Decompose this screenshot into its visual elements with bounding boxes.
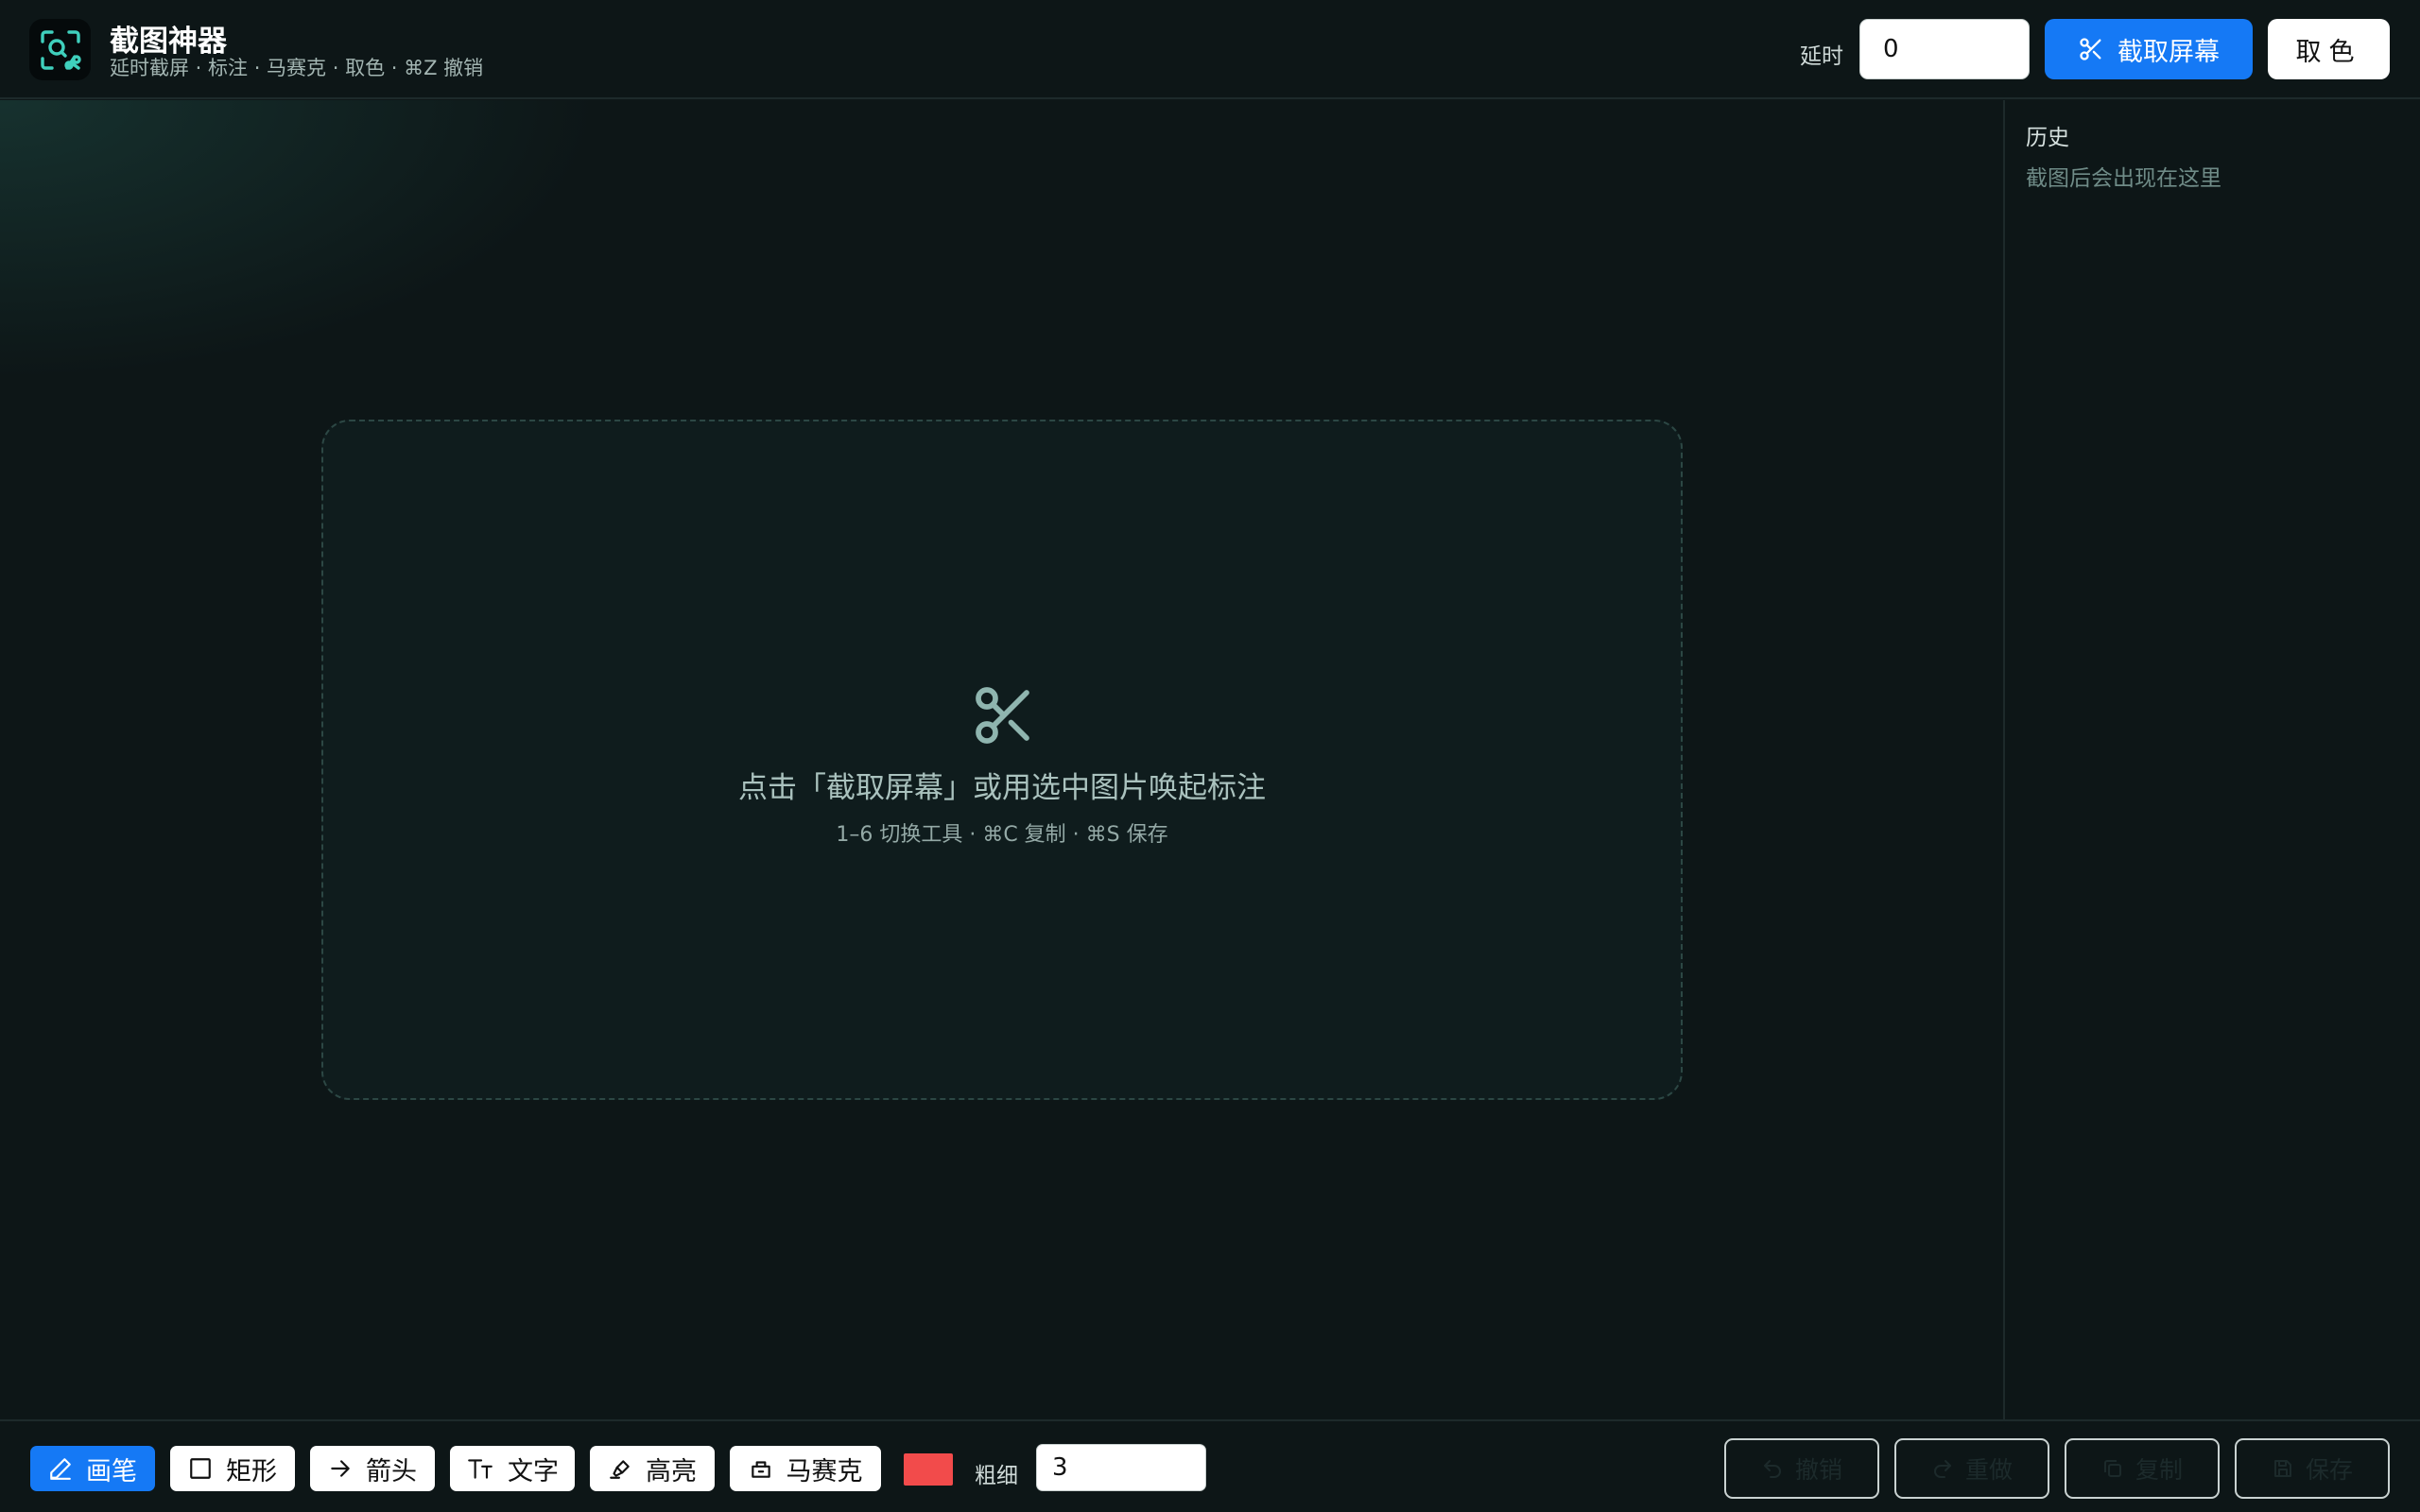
empty-dropzone[interactable]: 点击「截取屏幕」或用选中图片唤起标注 1–6 切换工具 · ⌘C 复制 · ⌘S… <box>321 420 1683 1100</box>
rectangle-icon <box>190 1458 211 1479</box>
undo-label: 撤销 <box>1794 1456 1842 1484</box>
tool-pen-button[interactable]: 画笔 <box>30 1446 155 1491</box>
copy-icon <box>2103 1460 2121 1477</box>
app-subtitle: 延时截屏 · 标注 · 马赛克 · 取色 · ⌘Z 撤销 <box>110 57 484 79</box>
tool-arrow-button[interactable]: 箭头 <box>310 1446 435 1491</box>
highlighter-icon <box>610 1460 630 1479</box>
bottom-toolbar: 画笔 矩形 箭头 文字 高亮 马赛克 粗细 3 撤销 重做 复制 保存 <box>0 1419 2420 1512</box>
arrow-icon <box>331 1460 350 1477</box>
shortcut-hint: 1–6 切换工具 · ⌘C 复制 · ⌘S 保存 <box>836 823 1168 847</box>
screenshot-logo-icon <box>40 29 81 70</box>
history-panel: 历史 截图后会出现在这里 <box>2003 100 2420 1419</box>
pick-color-button[interactable]: 取色 <box>2268 19 2390 79</box>
mosaic-icon <box>751 1461 770 1478</box>
delay-input[interactable] <box>1859 19 2030 79</box>
redo-button[interactable]: 重做 <box>1894 1438 2049 1499</box>
history-empty-text: 截图后会出现在这里 <box>2026 166 2221 191</box>
pen-icon <box>50 1458 71 1480</box>
copy-label: 复制 <box>2135 1456 2183 1484</box>
tool-rectangle-button[interactable]: 矩形 <box>170 1446 295 1491</box>
history-title: 历史 <box>2026 126 2069 150</box>
thickness-input[interactable] <box>1036 1444 1206 1491</box>
save-button[interactable]: 保存 <box>2235 1438 2390 1499</box>
pick-color-label: 取色 <box>2295 37 2362 67</box>
tool-mosaic-button[interactable]: 马赛克 <box>730 1446 881 1491</box>
copy-button[interactable]: 复制 <box>2065 1438 2220 1499</box>
redo-icon <box>1933 1460 1951 1478</box>
tool-text-button[interactable]: 文字 <box>450 1446 575 1491</box>
redo-label: 重做 <box>1964 1456 2013 1484</box>
undo-button[interactable]: 撤销 <box>1724 1438 1879 1499</box>
tool-highlight-label: 高亮 <box>646 1456 697 1486</box>
app-logo <box>29 19 91 80</box>
capture-screen-label: 截取屏幕 <box>2118 37 2220 67</box>
empty-state-title: 点击「截取屏幕」或用选中图片唤起标注 <box>738 771 1266 805</box>
tool-rectangle-label: 矩形 <box>226 1456 277 1486</box>
scissors-icon <box>976 687 1029 744</box>
top-bar: 截图神器 延时截屏 · 标注 · 马赛克 · 取色 · ⌘Z 撤销 延时 截取屏… <box>0 0 2420 99</box>
tool-arrow-label: 箭头 <box>366 1456 417 1486</box>
tool-highlight-button[interactable]: 高亮 <box>590 1446 715 1491</box>
canvas-area[interactable]: 点击「截取屏幕」或用选中图片唤起标注 1–6 切换工具 · ⌘C 复制 · ⌘S… <box>0 100 2002 1419</box>
tool-mosaic-label: 马赛克 <box>786 1456 863 1486</box>
save-icon <box>2273 1460 2291 1477</box>
text-icon <box>468 1459 493 1479</box>
scissors-icon <box>2080 38 2101 60</box>
thickness-label: 粗细 <box>975 1464 1018 1488</box>
save-label: 保存 <box>2305 1456 2353 1484</box>
capture-screen-button[interactable]: 截取屏幕 <box>2045 19 2253 79</box>
undo-icon <box>1763 1460 1781 1478</box>
color-swatch[interactable] <box>904 1453 953 1486</box>
delay-label: 延时 <box>1800 44 1843 69</box>
tool-pen-label: 画笔 <box>86 1456 137 1486</box>
tool-text-label: 文字 <box>508 1456 559 1486</box>
